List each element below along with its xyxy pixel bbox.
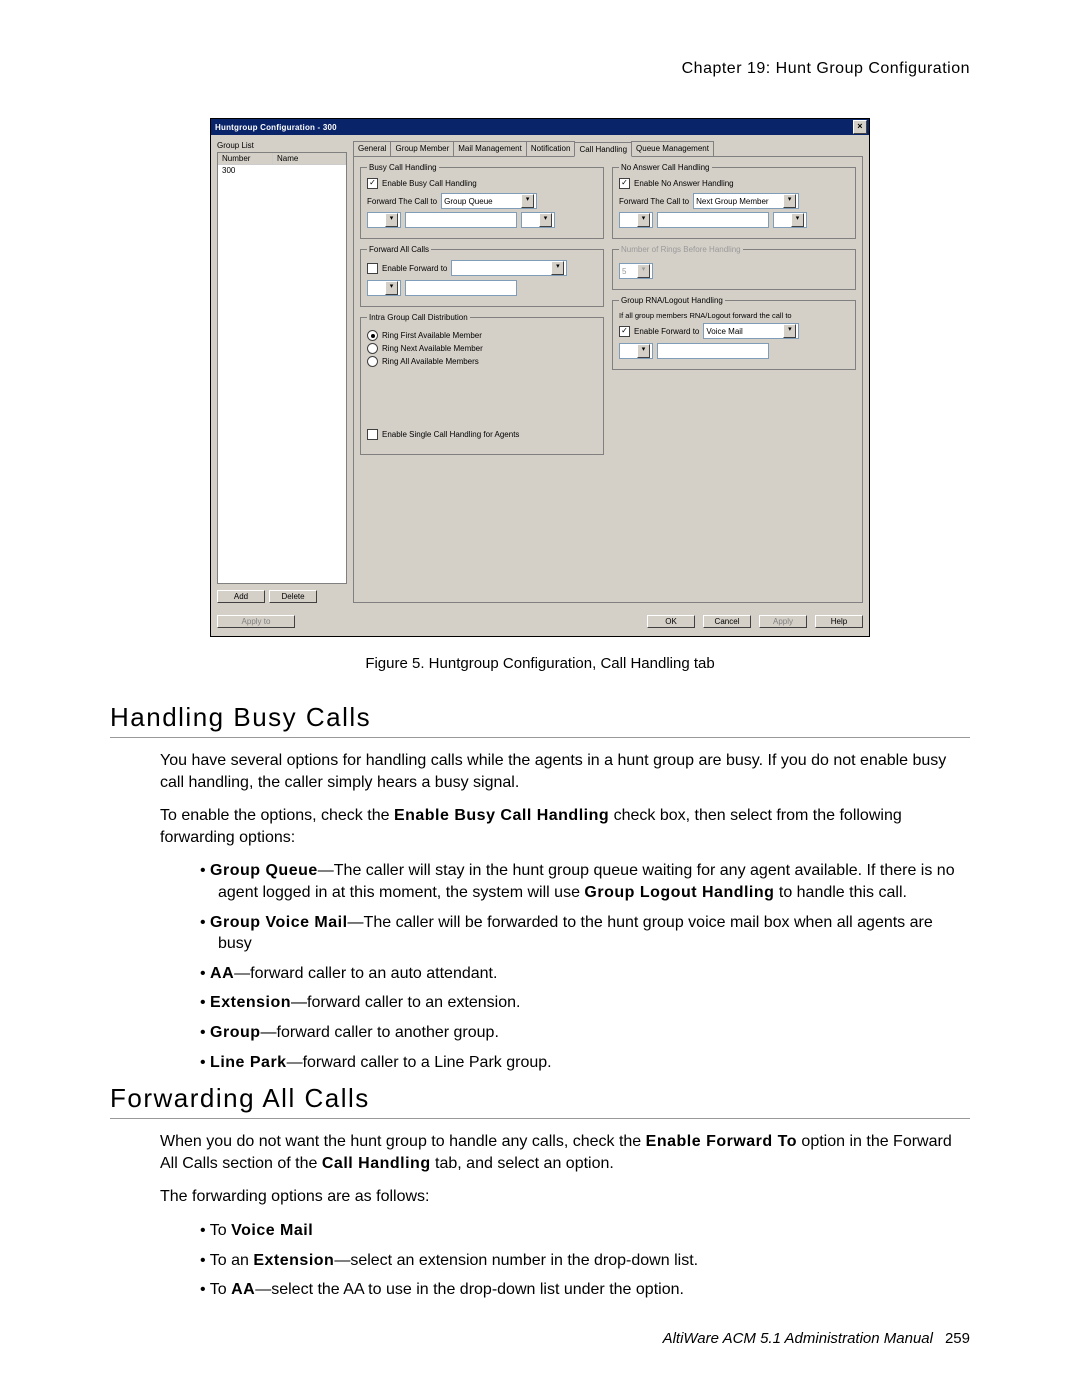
busy-num-dropdown[interactable]: ▾ <box>367 212 401 228</box>
no-answer-dropdown[interactable]: Next Group Member▾ <box>693 193 799 209</box>
busy-forward-dropdown[interactable]: Group Queue▾ <box>441 193 537 209</box>
dialog-title: Huntgroup Configuration - 300 <box>215 123 337 132</box>
busy-text-field[interactable] <box>405 212 517 228</box>
grouplist-box[interactable]: Number Name 300 <box>217 152 347 584</box>
chapter-header: Chapter 19: Hunt Group Configuration <box>110 60 970 78</box>
paragraph: The forwarding options are as follows: <box>160 1186 970 1208</box>
rna-forward-dropdown[interactable]: Voice Mail▾ <box>703 323 799 339</box>
list-item: To Voice Mail <box>200 1220 970 1242</box>
rna-enable-forward-checkbox[interactable]: ✓ <box>619 326 630 337</box>
tab-strip: General Group Member Mail Management Not… <box>353 141 863 157</box>
chevron-down-icon: ▾ <box>521 194 534 208</box>
list-item: To an Extension—select an extension numb… <box>200 1250 970 1272</box>
dialog-titlebar: Huntgroup Configuration - 300 × <box>211 119 869 135</box>
list-item: To AA—select the AA to use in the drop-d… <box>200 1279 970 1301</box>
forward-all-calls-group: Forward All Calls Enable Forward to ▾ ▾ <box>360 245 604 307</box>
list-item: Group—forward caller to another group. <box>200 1022 970 1044</box>
rings-before-handling-group: Number of Rings Before Handling 5▾ <box>612 245 856 290</box>
tab-mail-management[interactable]: Mail Management <box>453 141 527 156</box>
forward-all-dropdown[interactable]: ▾ <box>451 260 567 276</box>
list-item: Group Queue—The caller will stay in the … <box>200 860 970 903</box>
delete-button[interactable]: Delete <box>269 590 317 603</box>
section-forwarding-all-calls: Forwarding All Calls <box>110 1083 970 1119</box>
grouplist-label: Group List <box>217 141 347 150</box>
no-answer-num-dropdown[interactable]: ▾ <box>619 212 653 228</box>
forward-all-num-dropdown[interactable]: ▾ <box>367 280 401 296</box>
apply-button[interactable]: Apply <box>759 615 807 628</box>
cancel-button[interactable]: Cancel <box>703 615 751 628</box>
ring-all-radio[interactable]: Ring All Available Members <box>367 356 597 367</box>
close-icon[interactable]: × <box>853 120 867 134</box>
paragraph: You have several options for handling ca… <box>160 750 970 793</box>
add-button[interactable]: Add <box>217 590 265 603</box>
intra-group-distribution-group: Intra Group Call Distribution Ring First… <box>360 313 604 455</box>
col-number: Number <box>218 153 273 164</box>
section-handling-busy-calls: Handling Busy Calls <box>110 702 970 738</box>
ring-next-radio[interactable]: Ring Next Available Member <box>367 343 597 354</box>
list-item: AA—forward caller to an auto attendant. <box>200 963 970 985</box>
list-item: Group Voice Mail—The caller will be forw… <box>200 912 970 955</box>
rings-spinner[interactable]: 5▾ <box>619 263 653 279</box>
busy-aux-dropdown[interactable]: ▾ <box>521 212 555 228</box>
rna-text-field[interactable] <box>657 343 769 359</box>
table-row[interactable]: 300 <box>218 165 346 176</box>
col-name: Name <box>273 153 346 164</box>
tab-queue-management[interactable]: Queue Management <box>631 141 714 156</box>
tab-notification[interactable]: Notification <box>526 141 576 156</box>
help-button[interactable]: Help <box>815 615 863 628</box>
enable-no-answer-checkbox[interactable]: ✓ <box>619 178 630 189</box>
page-footer: AltiWare ACM 5.1 Administration Manual25… <box>663 1330 970 1347</box>
enable-forward-all-checkbox[interactable] <box>367 263 378 274</box>
ok-button[interactable]: OK <box>647 615 695 628</box>
paragraph: To enable the options, check the Enable … <box>160 805 970 848</box>
rna-num-dropdown[interactable]: ▾ <box>619 343 653 359</box>
list-item: Extension—forward caller to an extension… <box>200 992 970 1014</box>
tab-call-handling[interactable]: Call Handling <box>574 142 632 157</box>
group-rna-logout-group: Group RNA/Logout Handling If all group m… <box>612 296 856 370</box>
ring-first-radio[interactable]: Ring First Available Member <box>367 330 597 341</box>
no-answer-group: No Answer Call Handling ✓ Enable No Answ… <box>612 163 856 239</box>
tab-group-member[interactable]: Group Member <box>390 141 454 156</box>
enable-busy-checkbox[interactable]: ✓ <box>367 178 378 189</box>
tab-general[interactable]: General <box>353 141 391 156</box>
no-answer-aux-dropdown[interactable]: ▾ <box>773 212 807 228</box>
paragraph: When you do not want the hunt group to h… <box>160 1131 970 1174</box>
figure-caption: Figure 5. Huntgroup Configuration, Call … <box>110 655 970 672</box>
no-answer-text-field[interactable] <box>657 212 769 228</box>
forward-all-text-field[interactable] <box>405 280 517 296</box>
busy-call-handling-group: Busy Call Handling ✓ Enable Busy Call Ha… <box>360 163 604 239</box>
apply-to-button[interactable]: Apply to <box>217 615 295 628</box>
dialog-figure: Huntgroup Configuration - 300 × Group Li… <box>210 118 870 637</box>
list-item: Line Park—forward caller to a Line Park … <box>200 1052 970 1074</box>
single-call-handling-checkbox[interactable] <box>367 429 378 440</box>
